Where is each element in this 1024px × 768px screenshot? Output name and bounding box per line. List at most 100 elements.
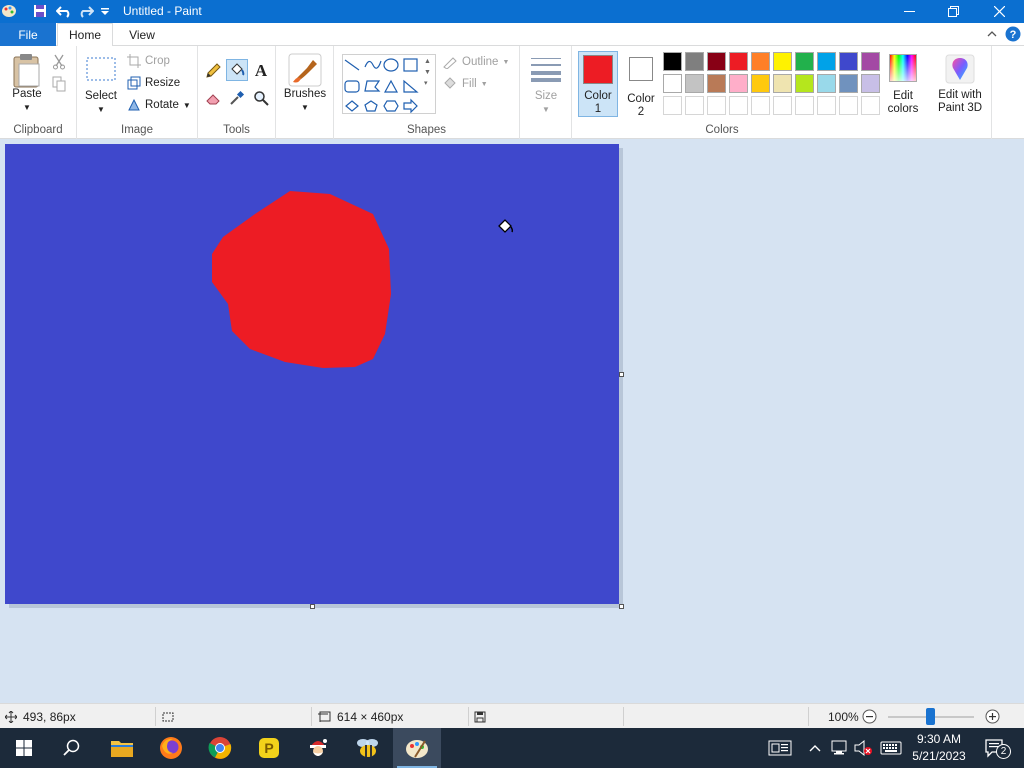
shape-curve-icon[interactable] bbox=[364, 60, 382, 69]
start-button[interactable] bbox=[0, 728, 48, 768]
drawing-canvas[interactable] bbox=[5, 144, 619, 604]
pencil-icon[interactable] bbox=[202, 60, 224, 82]
palette-swatch[interactable] bbox=[663, 74, 682, 93]
shape-right-triangle-icon[interactable] bbox=[403, 79, 419, 93]
palette-custom-swatch[interactable] bbox=[663, 96, 682, 115]
help-icon[interactable]: ? bbox=[1005, 26, 1021, 45]
search-button[interactable] bbox=[48, 728, 96, 768]
canvas-workarea[interactable] bbox=[0, 140, 1024, 703]
shape-rectangle-icon[interactable] bbox=[403, 58, 418, 72]
select-button[interactable]: Select ▼ bbox=[83, 56, 119, 116]
paint-app-icon[interactable] bbox=[0, 2, 18, 20]
taskbar-firefox[interactable] bbox=[147, 728, 195, 768]
palette-swatch[interactable] bbox=[729, 74, 748, 93]
fill-bucket-icon[interactable] bbox=[226, 59, 248, 81]
canvas-resize-handle-corner[interactable] bbox=[619, 604, 624, 609]
palette-swatch[interactable] bbox=[817, 74, 836, 93]
redo-icon[interactable] bbox=[77, 2, 95, 20]
palette-custom-swatch[interactable] bbox=[795, 96, 814, 115]
taskbar-santa-app[interactable] bbox=[294, 728, 342, 768]
shape-arrow-icon[interactable] bbox=[403, 98, 418, 114]
canvas-resize-handle-right[interactable] bbox=[619, 372, 624, 377]
palette-swatch[interactable] bbox=[795, 52, 814, 71]
palette-swatch[interactable] bbox=[663, 52, 682, 71]
palette-custom-swatch[interactable] bbox=[751, 96, 770, 115]
fill-button[interactable]: Fill ▼ bbox=[442, 77, 488, 91]
tab-home[interactable]: Home bbox=[57, 23, 113, 47]
palette-swatch[interactable] bbox=[707, 74, 726, 93]
zoom-slider-thumb[interactable] bbox=[926, 708, 935, 725]
shape-triangle-icon[interactable] bbox=[383, 79, 399, 93]
eraser-icon[interactable] bbox=[202, 87, 224, 109]
outline-button[interactable]: Outline ▼ bbox=[442, 55, 509, 69]
shape-rounded-rectangle-icon[interactable] bbox=[344, 80, 360, 93]
file-tab[interactable]: File bbox=[0, 23, 56, 46]
taskbar-paint[interactable] bbox=[393, 728, 441, 768]
resize-button[interactable]: Resize bbox=[127, 76, 180, 90]
palette-custom-swatch[interactable] bbox=[817, 96, 836, 115]
zoom-in-button[interactable] bbox=[985, 709, 1000, 727]
color-picker-icon[interactable] bbox=[226, 87, 248, 109]
shape-pentagon-icon[interactable] bbox=[364, 100, 378, 112]
action-center-button[interactable]: 2 bbox=[978, 728, 1012, 768]
zoom-out-button[interactable] bbox=[862, 709, 877, 727]
edit-colors-button[interactable]: Edit colors bbox=[884, 54, 922, 116]
close-button[interactable] bbox=[976, 0, 1022, 23]
tray-show-hidden-icon[interactable] bbox=[806, 728, 824, 768]
tray-news-icon[interactable] bbox=[764, 728, 796, 768]
shape-polygon-icon[interactable] bbox=[364, 80, 381, 92]
customize-quick-access-icon[interactable] bbox=[96, 2, 114, 20]
crop-button[interactable]: Crop bbox=[127, 54, 170, 68]
taskbar-chrome[interactable] bbox=[196, 728, 244, 768]
palette-swatch[interactable] bbox=[685, 74, 704, 93]
paste-button[interactable]: Paste ▼ bbox=[8, 52, 46, 114]
tray-volume-muted-icon[interactable] bbox=[852, 728, 874, 768]
cut-icon[interactable] bbox=[52, 54, 66, 73]
brushes-button[interactable]: Brushes ▼ bbox=[282, 52, 328, 114]
palette-swatch[interactable] bbox=[773, 52, 792, 71]
shape-hexagon-icon[interactable] bbox=[383, 100, 399, 112]
magnifier-icon[interactable] bbox=[250, 87, 272, 109]
palette-custom-swatch[interactable] bbox=[861, 96, 880, 115]
palette-custom-swatch[interactable] bbox=[773, 96, 792, 115]
tray-network-icon[interactable] bbox=[828, 728, 850, 768]
minimize-button[interactable] bbox=[886, 0, 932, 23]
palette-custom-swatch[interactable] bbox=[685, 96, 704, 115]
palette-swatch[interactable] bbox=[839, 52, 858, 71]
tray-keyboard-icon[interactable] bbox=[878, 728, 904, 768]
taskbar-clock[interactable]: 9:30 AM 5/21/2023 bbox=[908, 731, 970, 765]
palette-swatch[interactable] bbox=[707, 52, 726, 71]
palette-swatch[interactable] bbox=[817, 52, 836, 71]
palette-custom-swatch[interactable] bbox=[839, 96, 858, 115]
collapse-ribbon-icon[interactable] bbox=[986, 28, 998, 43]
rotate-button[interactable]: Rotate ▼ bbox=[127, 98, 191, 112]
undo-icon[interactable] bbox=[55, 2, 73, 20]
shape-oval-icon[interactable] bbox=[383, 58, 399, 72]
shape-diamond-icon[interactable] bbox=[345, 100, 359, 112]
save-icon[interactable] bbox=[31, 2, 49, 20]
copy-icon[interactable] bbox=[52, 76, 66, 95]
tab-view[interactable]: View bbox=[114, 23, 170, 47]
palette-swatch[interactable] bbox=[773, 74, 792, 93]
palette-swatch[interactable] bbox=[751, 74, 770, 93]
palette-swatch[interactable] bbox=[685, 52, 704, 71]
palette-swatch[interactable] bbox=[861, 74, 880, 93]
palette-custom-swatch[interactable] bbox=[729, 96, 748, 115]
taskbar-bee-app[interactable] bbox=[344, 728, 392, 768]
taskbar-file-explorer[interactable] bbox=[98, 728, 146, 768]
palette-swatch[interactable] bbox=[751, 52, 770, 71]
palette-swatch[interactable] bbox=[839, 74, 858, 93]
size-button[interactable]: Size ▼ bbox=[526, 56, 566, 116]
text-tool-icon[interactable]: A bbox=[250, 60, 272, 82]
shapes-scroll-icon[interactable]: ▲ ▼ ▾ bbox=[424, 56, 431, 89]
palette-custom-swatch[interactable] bbox=[707, 96, 726, 115]
taskbar-app-p[interactable]: P bbox=[245, 728, 293, 768]
palette-swatch[interactable] bbox=[729, 52, 748, 71]
color1-button[interactable]: Color 1 bbox=[578, 51, 618, 117]
color2-button[interactable]: Color 2 bbox=[622, 54, 660, 119]
palette-swatch[interactable] bbox=[861, 52, 880, 71]
palette-swatch[interactable] bbox=[795, 74, 814, 93]
canvas-resize-handle-bottom[interactable] bbox=[310, 604, 315, 609]
edit-with-paint3d-button[interactable]: Edit with Paint 3D bbox=[932, 54, 988, 115]
restore-button[interactable] bbox=[930, 0, 976, 23]
